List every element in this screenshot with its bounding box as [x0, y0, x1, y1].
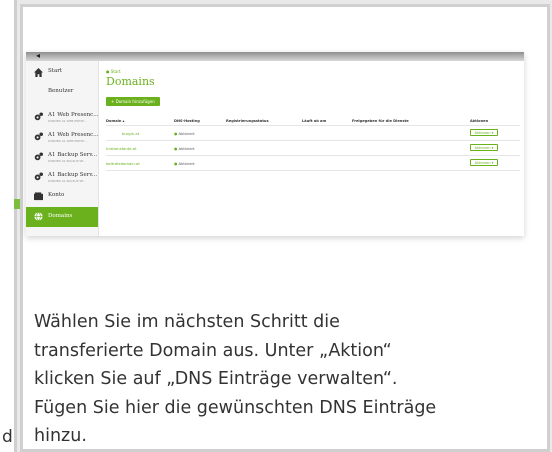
instruction-line: Wählen Sie im nächsten Schritt die [34, 312, 340, 332]
add-domain-button[interactable]: + Domain hinzufügen [106, 97, 160, 106]
domain-link[interactable]: beitrdledomain.at [106, 161, 140, 166]
sidebar-item-label: Benutzer [48, 88, 74, 94]
domain-link[interactable]: irrationsfante.at [106, 146, 137, 151]
instruction-line: transferierte Domain aus. Unter „Aktion“ [34, 340, 392, 361]
actions-dropdown[interactable]: Aktionen ▾ [470, 159, 498, 166]
breadcrumb[interactable]: ● Start [106, 69, 121, 74]
dns-status-text: Aktiviert [178, 146, 195, 151]
sidebar-item-label: Konto [48, 192, 65, 198]
instruction-line: hinzu. [34, 426, 87, 446]
column-header-registration-status: Registrierungsstatus [226, 119, 269, 123]
table-row-divider [106, 155, 520, 156]
sidebar-item-benutzer[interactable]: Benutzer [26, 85, 98, 101]
sidebar-item-label: A1 Backup Serv... [48, 152, 98, 158]
gears-icon [34, 172, 43, 181]
actions-dropdown[interactable]: Aktionen ▾ [470, 129, 498, 136]
sidebar: Start Benutzer A1 Web Presenc... KUNDEN … [26, 61, 99, 236]
actions-dropdown[interactable]: Aktionen ▾ [470, 144, 498, 151]
dns-status: ● Aktiviert [174, 161, 195, 166]
sidebar-item-label: Start [48, 68, 63, 74]
back-arrow-icon[interactable]: ◂ [36, 52, 40, 61]
sidebar-item-label: A1 Web Presenc... [48, 132, 99, 138]
column-header-shared-services: Freigegeben für die Dienste [352, 119, 409, 123]
column-header-actions: Aktionen [470, 119, 489, 123]
sidebar-item-web-presence-2[interactable]: A1 Web Presenc... KUNDEN 01 WEB PRESE... [26, 129, 98, 145]
column-header-domain[interactable]: Domain ▴ [106, 119, 124, 123]
dns-status-text: Aktiviert [178, 131, 195, 136]
browser-toolbar: ◂ [26, 52, 524, 61]
column-header-expires: Läuft ab am [302, 119, 327, 123]
previous-step-panel: d [0, 0, 17, 452]
embedded-screenshot: ◂ Start Benutzer A1 Web Presenc... KUNDE… [26, 52, 524, 236]
sidebar-item-sublabel: KUNDEN 01 BACKUP SE... [48, 159, 87, 163]
sidebar-item-label: Domains [48, 213, 73, 219]
sidebar-item-domains[interactable]: Domains [26, 207, 98, 227]
sidebar-item-sublabel: KUNDEN 01 WEB PRESE... [48, 119, 87, 123]
sidebar-item-web-presence-1[interactable]: A1 Web Presenc... KUNDEN 01 WEB PRESE... [26, 109, 98, 125]
sidebar-item-sublabel: KUNDEN 01 BACKUP SE... [48, 179, 87, 183]
sidebar-item-backup-service-1[interactable]: A1 Backup Serv... KUNDEN 01 BACKUP SE... [26, 149, 98, 165]
dns-status: ● Aktiviert [174, 131, 195, 136]
sidebar-item-konto[interactable]: Konto [26, 189, 98, 205]
dns-status-text: Aktiviert [178, 161, 195, 166]
instruction-line: Fügen Sie hier die gewünschten DNS Eintr… [34, 397, 437, 418]
home-icon [34, 68, 43, 77]
sidebar-item-label: A1 Web Presenc... [48, 112, 99, 118]
table-header-divider [106, 125, 520, 126]
gears-icon [34, 152, 43, 161]
table-row-divider [106, 140, 520, 141]
previous-step-text-fragment: d [2, 427, 13, 447]
column-header-dns-hosting: DNS-Hosting [174, 119, 200, 123]
domain-link[interactable]: burgin.at [122, 131, 139, 136]
page-title: Domains [106, 75, 155, 88]
sidebar-item-backup-service-2[interactable]: A1 Backup Serv... KUNDEN 01 BACKUP SE... [26, 169, 98, 185]
wallet-icon [34, 192, 43, 201]
gears-icon [34, 112, 43, 121]
dns-status: ● Aktiviert [174, 146, 195, 151]
gears-icon [34, 132, 43, 141]
instruction-text: Wählen Sie im nächsten Schritt die trans… [34, 308, 544, 451]
sidebar-item-sublabel: KUNDEN 01 WEB PRESE... [48, 139, 87, 143]
instruction-line: klicken Sie auf „DNS Einträge verwalten“… [34, 369, 398, 389]
table-row-divider [106, 170, 520, 171]
sidebar-item-start[interactable]: Start [26, 65, 98, 81]
sidebar-item-label: A1 Backup Serv... [48, 172, 98, 178]
globe-icon [34, 212, 43, 221]
